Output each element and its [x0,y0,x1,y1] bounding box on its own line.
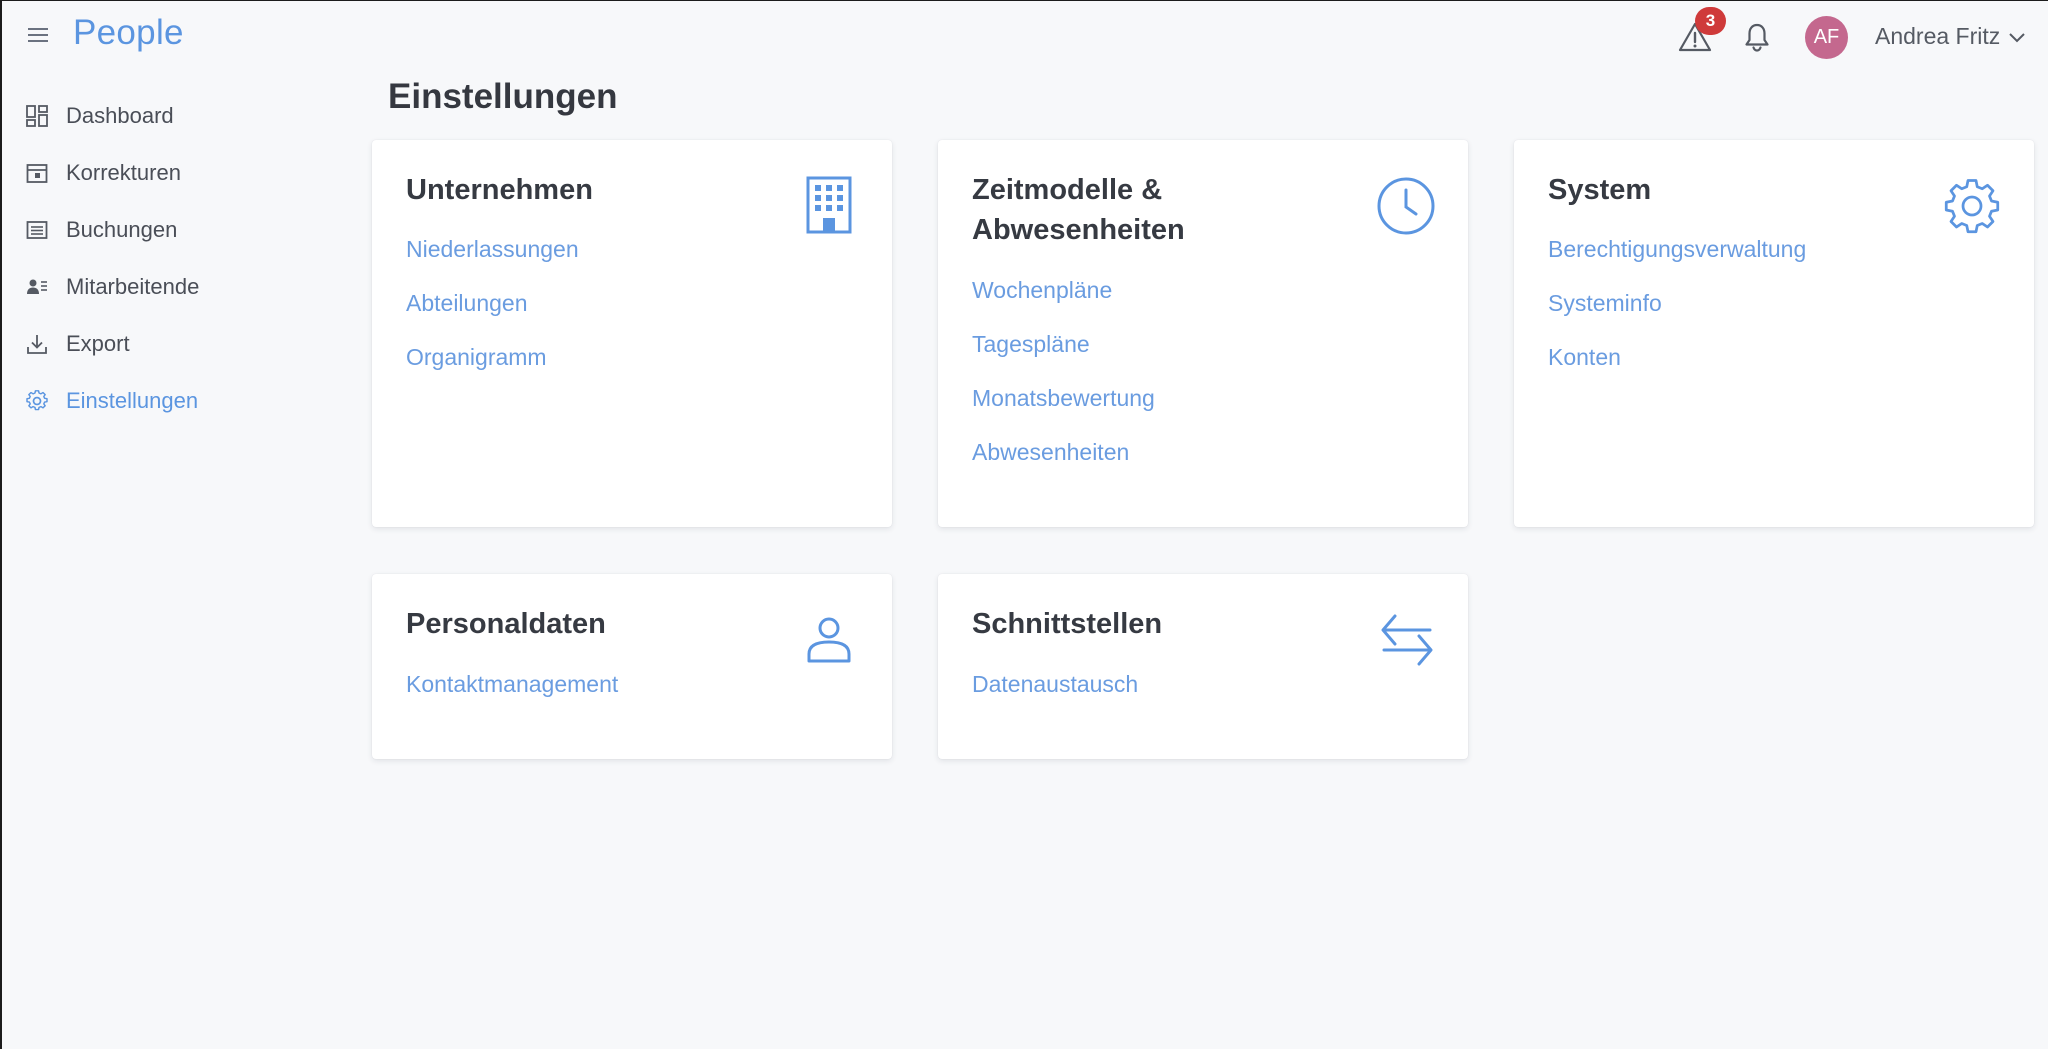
card-title: Zeitmodelle & Abwesenheiten [972,170,1392,250]
user-list-icon [24,274,50,300]
card-title: Unternehmen [406,174,593,206]
sidebar-item-label: Korrekturen [66,160,181,185]
card-title: System [1548,174,1652,206]
clock-icon [1377,177,1435,235]
card-system: System Berechtigungsverwaltung Systeminf… [1514,140,2034,527]
sidebar-item-label: Dashboard [66,103,174,128]
sidebar-item-label: Buchungen [66,217,178,242]
sidebar-item-label: Einstellungen [66,388,199,413]
card-title: Personaldaten [406,608,606,640]
sidebar-item-buchungen[interactable]: Buchungen [24,210,324,250]
sidebar-item-einstellungen[interactable]: Einstellungen [24,381,324,421]
calendar-correction-icon [24,160,50,186]
sidebar-item-dashboard[interactable]: Dashboard [24,96,324,136]
chevron-down-icon [2009,32,2025,42]
app-window: People 3 AF Andrea Fritz Dashboard Korre… [0,0,2048,1049]
link-berechtigungsverwaltung[interactable]: Berechtigungsverwaltung [1548,236,1806,263]
building-icon [806,176,852,234]
avatar[interactable]: AF [1805,16,1848,59]
card-title: Schnittstellen [972,608,1163,640]
card-schnittstellen: Schnittstellen Datenaustausch [938,574,1468,759]
card-zeitmodelle: Zeitmodelle & Abwesenheiten Wochenpläne … [938,140,1468,527]
link-kontaktmanagement[interactable]: Kontaktmanagement [406,671,618,698]
bell-icon[interactable] [1742,21,1772,53]
top-header: People 3 AF Andrea Fritz [2,1,2048,73]
swap-arrows-icon [1381,614,1433,666]
link-niederlassungen[interactable]: Niederlassungen [406,236,579,263]
link-datenaustausch[interactable]: Datenaustausch [972,671,1138,698]
card-personaldaten: Personaldaten Kontaktmanagement [372,574,892,759]
sidebar-item-label: Mitarbeitende [66,274,200,299]
app-brand[interactable]: People [73,13,184,53]
sidebar-item-export[interactable]: Export [24,324,324,364]
dashboard-icon [24,103,50,129]
download-icon [24,331,50,357]
alert-count-badge: 3 [1695,7,1726,35]
link-wochenplaene[interactable]: Wochenpläne [972,277,1112,304]
link-abteilungen[interactable]: Abteilungen [406,290,528,317]
card-unternehmen: Unternehmen Niederlassungen Abteilungen … [372,140,892,527]
sidebar-item-label: Export [66,331,130,356]
sidebar-item-korrekturen[interactable]: Korrekturen [24,153,324,193]
link-konten[interactable]: Konten [1548,344,1621,371]
gear-icon [1944,179,2000,234]
link-organigramm[interactable]: Organigramm [406,344,547,371]
gear-icon [24,388,50,414]
person-icon [807,617,851,663]
card-title-line: Abwesenheiten [972,214,1185,246]
link-systeminfo[interactable]: Systeminfo [1548,290,1662,317]
user-name-label: Andrea Fritz [1875,23,2001,49]
link-monatsbewertung[interactable]: Monatsbewertung [972,385,1155,412]
list-icon [24,217,50,243]
menu-icon[interactable] [28,25,50,43]
link-tagesplaene[interactable]: Tagespläne [972,331,1090,358]
card-title-line: Zeitmodelle & [972,174,1163,206]
page-title: Einstellungen [388,77,618,116]
sidebar-item-mitarbeitende[interactable]: Mitarbeitende [24,267,324,307]
link-abwesenheiten[interactable]: Abwesenheiten [972,439,1129,466]
user-menu[interactable]: Andrea Fritz [1875,23,2026,50]
